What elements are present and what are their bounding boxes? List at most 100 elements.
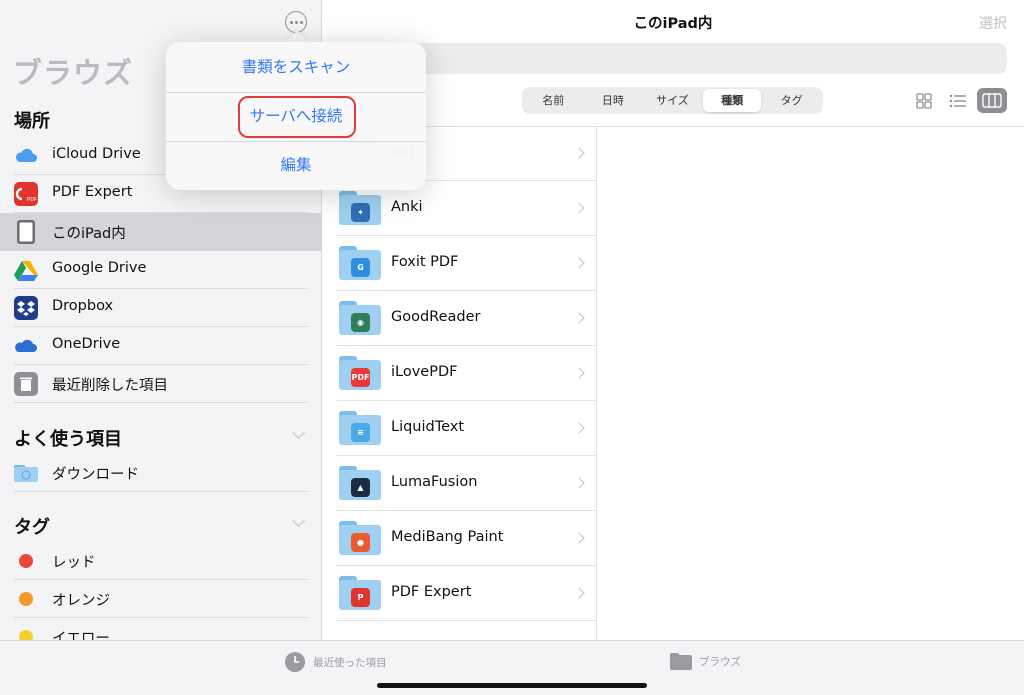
sidebar-title: ブラウズ: [13, 56, 134, 90]
folder-icon: [670, 653, 692, 670]
chevron-right-icon: [573, 312, 585, 324]
folder-name: LumaFusion: [391, 474, 478, 490]
sidebar-item-label: イエロー: [52, 631, 110, 640]
dropbox-icon: [14, 296, 38, 320]
sort-tab-name[interactable]: 名前: [524, 89, 583, 112]
sidebar-item-label: OneDrive: [52, 336, 121, 352]
sort-tab-tags[interactable]: タグ: [762, 89, 821, 112]
file-column: oat✦AnkiGFoxit PDF◉GoodReaderPDFiLovePDF…: [322, 127, 597, 640]
sidebar-item-tag-orange[interactable]: オレンジ: [0, 580, 321, 618]
folder-icon: ◉: [339, 301, 381, 335]
sidebar-item-recently-deleted[interactable]: 最近削除した項目: [0, 365, 321, 403]
section-header-tags: タグ: [14, 517, 50, 538]
folder-row[interactable]: P PDF Expert: [322, 566, 596, 621]
app-badge-icon: ◉: [351, 313, 370, 332]
sidebar-item-label: Google Drive: [52, 260, 147, 276]
folder-row[interactable]: ≡ LiquidText: [322, 401, 596, 456]
folder-row[interactable]: ▲ LumaFusion: [322, 456, 596, 511]
chevron-right-icon: [573, 367, 585, 379]
select-button[interactable]: 選択: [979, 13, 1007, 33]
tag-yellow-dot-icon: [19, 630, 33, 640]
sort-tab-kind[interactable]: 種類: [702, 89, 762, 112]
folder-name: Anki: [391, 199, 423, 215]
collapse-chevron-icon[interactable]: [292, 514, 305, 527]
onedrive-icon: [15, 339, 37, 352]
app-badge-icon: ✦: [351, 203, 370, 222]
app-badge-icon: P: [351, 588, 370, 607]
sort-tab-size[interactable]: サイズ: [643, 89, 702, 112]
sort-segmented-control: 名前 日時 サイズ 種類 タグ: [522, 87, 823, 114]
more-options-popover: 書類をスキャン サーバへ接続 編集: [166, 42, 426, 190]
sidebar-item-label: Dropbox: [52, 298, 114, 314]
sidebar-item-label: iCloud Drive: [52, 146, 141, 162]
folder-row[interactable]: ● MediBang Paint: [322, 511, 596, 566]
column-view-icon[interactable]: [977, 88, 1007, 113]
scan-documents-menu-item[interactable]: 書類をスキャン: [166, 43, 426, 92]
folder-name: Foxit PDF: [391, 254, 459, 270]
tab-browse[interactable]: ブラウズ: [670, 651, 741, 671]
pdf-expert-icon: PDF: [14, 182, 38, 206]
sidebar-item-label: 最近削除した項目: [52, 378, 168, 394]
app-badge-icon: ≡: [351, 423, 370, 442]
sidebar-item-downloads[interactable]: ダウンロード: [0, 454, 321, 492]
section-header-locations: 場所: [14, 111, 50, 132]
google-drive-icon: [14, 261, 38, 281]
folder-icon: ≡: [339, 411, 381, 445]
section-header-favorites: よく使う項目: [14, 429, 122, 450]
folder-icon: P: [339, 576, 381, 610]
sidebar-item-on-my-ipad[interactable]: このiPad内: [0, 213, 321, 251]
app-badge-icon: ●: [351, 533, 370, 552]
page-title: このiPad内: [633, 16, 713, 32]
folder-icon: ✦: [339, 191, 381, 225]
sidebar-item-dropbox[interactable]: Dropbox: [0, 289, 321, 327]
svg-text:PDF: PDF: [27, 197, 37, 203]
list-view-icon[interactable]: [945, 90, 971, 112]
folder-icon: G: [339, 246, 381, 280]
sidebar-item-label: ダウンロード: [52, 467, 139, 483]
folder-name: MediBang Paint: [391, 529, 504, 545]
sidebar-item-label: レッド: [52, 555, 96, 571]
folder-name: PDF Expert: [391, 584, 472, 600]
sidebar-item-tag-yellow[interactable]: イエロー: [0, 618, 321, 640]
chevron-right-icon: [573, 422, 585, 434]
trash-icon: [14, 372, 38, 396]
tag-orange-dot-icon: [19, 592, 33, 606]
folder-name: iLovePDF: [391, 364, 458, 380]
folder-row[interactable]: ◉ GoodReader: [322, 291, 596, 346]
chevron-right-icon: [573, 257, 585, 269]
sidebar-item-onedrive[interactable]: OneDrive: [0, 327, 321, 365]
tab-recents[interactable]: 最近使った項目: [284, 651, 387, 673]
collapse-chevron-icon[interactable]: [292, 426, 305, 439]
chevron-right-icon: [573, 532, 585, 544]
tag-red-dot-icon: [19, 554, 33, 568]
folder-row[interactable]: G Foxit PDF: [322, 236, 596, 291]
chevron-right-icon: [573, 202, 585, 214]
home-indicator: [377, 683, 647, 688]
sidebar-item-label: オレンジ: [52, 593, 110, 609]
download-folder-icon: [14, 465, 38, 482]
sidebar-item-google-drive[interactable]: Google Drive: [0, 251, 321, 289]
sort-tab-date[interactable]: 日時: [584, 89, 643, 112]
chevron-right-icon: [573, 147, 585, 159]
sidebar-item-label: PDF Expert: [52, 184, 133, 200]
ipad-icon: [17, 220, 35, 244]
icloud-icon: [15, 148, 37, 162]
folder-name: LiquidText: [391, 419, 465, 435]
search-input[interactable]: [330, 43, 1007, 74]
folder-icon: ●: [339, 521, 381, 555]
app-badge-icon: G: [351, 258, 370, 277]
sidebar-item-tag-red[interactable]: レッド: [0, 542, 321, 580]
grid-view-icon[interactable]: [911, 90, 937, 112]
folder-name: GoodReader: [391, 309, 481, 325]
sidebar-item-label: このiPad内: [52, 226, 126, 242]
tab-browse-label: ブラウズ: [699, 655, 741, 668]
clock-icon: [285, 652, 305, 672]
app-badge-icon: ▲: [351, 478, 370, 497]
folder-icon: ▲: [339, 466, 381, 500]
tab-recents-label: 最近使った項目: [313, 656, 387, 669]
folder-icon: PDF: [339, 356, 381, 390]
highlight-circle: [238, 96, 356, 138]
edit-menu-item[interactable]: 編集: [166, 141, 426, 190]
app-badge-icon: PDF: [351, 368, 370, 387]
folder-row[interactable]: PDF iLovePDF: [322, 346, 596, 401]
